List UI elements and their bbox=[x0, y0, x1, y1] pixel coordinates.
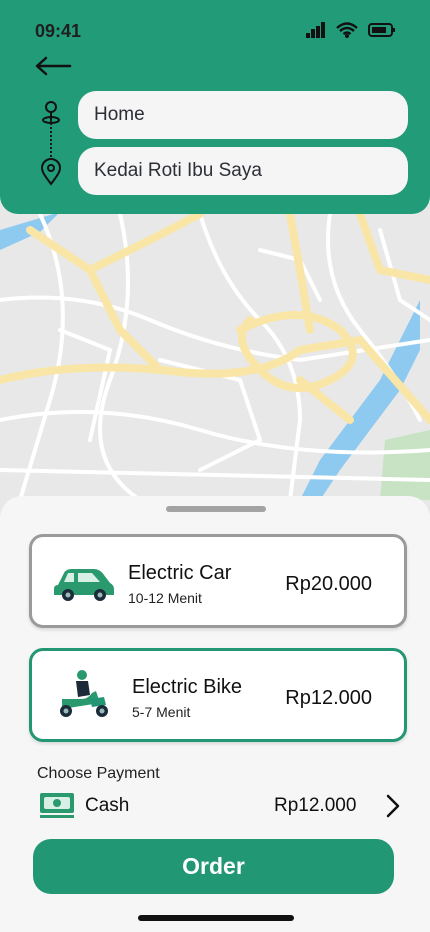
ride-option-electric-bike[interactable]: Electric Bike 5-7 Menit Rp12.000 bbox=[29, 648, 407, 742]
sheet-handle[interactable] bbox=[166, 506, 266, 512]
car-icon bbox=[54, 569, 114, 601]
ride-option-electric-car[interactable]: Electric Car 10-12 Menit Rp20.000 bbox=[29, 534, 407, 628]
destination-pin-icon bbox=[40, 158, 62, 186]
ride-price: Rp12.000 bbox=[285, 687, 372, 709]
destination-input[interactable] bbox=[78, 147, 408, 195]
chevron-right-icon[interactable] bbox=[385, 794, 401, 818]
signal-icon bbox=[306, 22, 325, 38]
cash-icon bbox=[40, 793, 74, 818]
ride-name: Electric Car bbox=[128, 562, 232, 584]
order-button[interactable]: Order bbox=[33, 839, 394, 894]
status-icons bbox=[306, 22, 396, 38]
wifi-icon bbox=[336, 22, 358, 38]
status-time: 09:41 bbox=[35, 21, 82, 41]
payment-method-row[interactable]: Cash Rp12.000 bbox=[39, 789, 401, 823]
payment-method-label: Cash bbox=[85, 795, 130, 816]
back-arrow-icon[interactable] bbox=[34, 54, 72, 78]
scooter-icon bbox=[60, 670, 108, 717]
route-connector bbox=[50, 120, 52, 160]
top-panel: 09:41 bbox=[0, 0, 430, 214]
payment-total: Rp12.000 bbox=[274, 795, 357, 816]
ride-name: Electric Bike bbox=[132, 676, 243, 698]
origin-input[interactable] bbox=[78, 91, 408, 139]
payment-section-label: Choose Payment bbox=[37, 765, 160, 782]
ride-eta: 10-12 Menit bbox=[128, 590, 202, 606]
home-indicator bbox=[138, 915, 294, 921]
ride-eta: 5-7 Menit bbox=[132, 704, 191, 720]
ride-price: Rp20.000 bbox=[285, 573, 372, 595]
ride-options-sheet: Electric Car 10-12 Menit Rp20.000 Electr… bbox=[0, 496, 430, 932]
battery-icon bbox=[368, 23, 395, 37]
park-area bbox=[380, 430, 430, 500]
